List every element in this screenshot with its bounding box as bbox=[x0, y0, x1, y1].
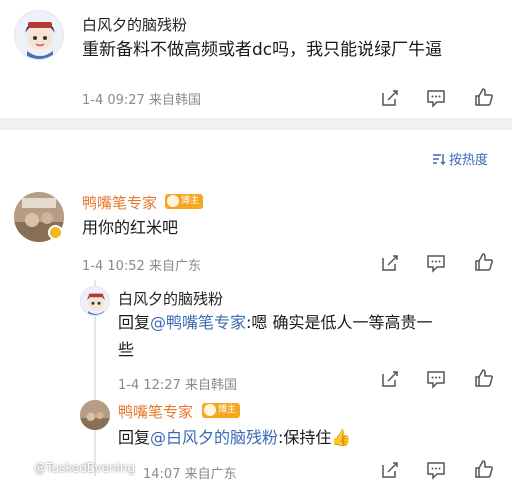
like-icon[interactable] bbox=[474, 87, 494, 107]
mention-link[interactable]: @鸭嘴笔专家 bbox=[150, 313, 246, 332]
reply-meta: 14:07 来自广东 bbox=[143, 467, 237, 482]
edit-icon[interactable] bbox=[380, 460, 400, 480]
edit-icon[interactable] bbox=[380, 88, 400, 108]
blogger-badge: 博主 bbox=[165, 194, 204, 209]
comment-meta: 1-4 10:52 来自广东 bbox=[82, 259, 201, 274]
badge-crown-icon bbox=[167, 195, 179, 207]
comment-icon[interactable] bbox=[426, 369, 446, 389]
photo-avatar-icon bbox=[80, 400, 110, 430]
reply-author-name[interactable]: 白风夕的脑残粉 bbox=[118, 288, 223, 309]
reply-text: :保持住👍 bbox=[278, 428, 352, 447]
reply-prefix: 回复 bbox=[118, 428, 151, 447]
edit-icon[interactable] bbox=[380, 369, 400, 389]
reply-text-line1: :嗯 确实是低人一等高贵一 bbox=[246, 313, 433, 332]
watermark: @TuskedEvening bbox=[8, 461, 135, 475]
comment-icon[interactable] bbox=[426, 253, 446, 273]
comment-body-text: 用你的红米吧 bbox=[82, 218, 179, 237]
comment-icon[interactable] bbox=[426, 88, 446, 108]
reply-author-name[interactable]: 鸭嘴笔专家 bbox=[118, 401, 193, 422]
reply-body-text-cont: 些 bbox=[118, 340, 135, 359]
mention-link[interactable]: @白风夕的脑残粉 bbox=[150, 428, 278, 447]
comment-icon[interactable] bbox=[426, 460, 446, 480]
original-post: 白风夕的脑残粉 重新备料不做高频或者dc吗，我只能说绿厂牛逼 1-4 09:27… bbox=[0, 0, 512, 118]
avatar[interactable] bbox=[14, 10, 64, 60]
blogger-badge: 博主 bbox=[202, 403, 241, 418]
comment-author-name[interactable]: 鸭嘴笔专家 bbox=[82, 192, 157, 213]
avatar[interactable] bbox=[80, 400, 110, 430]
edit-icon[interactable] bbox=[380, 253, 400, 273]
sort-icon bbox=[433, 153, 446, 165]
like-icon[interactable] bbox=[474, 459, 494, 479]
reply-body-text: 回复@白风夕的脑残粉:保持住👍 bbox=[118, 426, 351, 450]
post-meta: 1-4 09:27 来自韩国 bbox=[82, 93, 201, 108]
anime-avatar-icon bbox=[87, 293, 105, 315]
post-author-name[interactable]: 白风夕的脑残粉 bbox=[82, 14, 187, 35]
anime-avatar-icon bbox=[25, 22, 55, 59]
sort-label: 按热度 bbox=[449, 153, 489, 168]
watermark-text: @TuskedEvening bbox=[34, 461, 136, 475]
verified-badge-icon bbox=[48, 225, 63, 240]
post-body-text: 重新备料不做高频或者dc吗，我只能说绿厂牛逼 bbox=[82, 40, 443, 60]
like-icon[interactable] bbox=[474, 368, 494, 388]
reply-body-text: 回复@鸭嘴笔专家:嗯 确实是低人一等高贵一 bbox=[118, 311, 433, 335]
sort-by-hot-button[interactable]: 按热度 bbox=[432, 149, 488, 168]
reply-prefix: 回复 bbox=[118, 313, 151, 332]
avatar[interactable] bbox=[80, 286, 110, 316]
section-separator bbox=[0, 118, 512, 130]
like-icon[interactable] bbox=[474, 252, 494, 272]
reply-meta: 1-4 12:27 来自韩国 bbox=[118, 378, 237, 393]
weibo-logo-icon bbox=[8, 462, 29, 475]
badge-crown-icon bbox=[204, 404, 216, 416]
